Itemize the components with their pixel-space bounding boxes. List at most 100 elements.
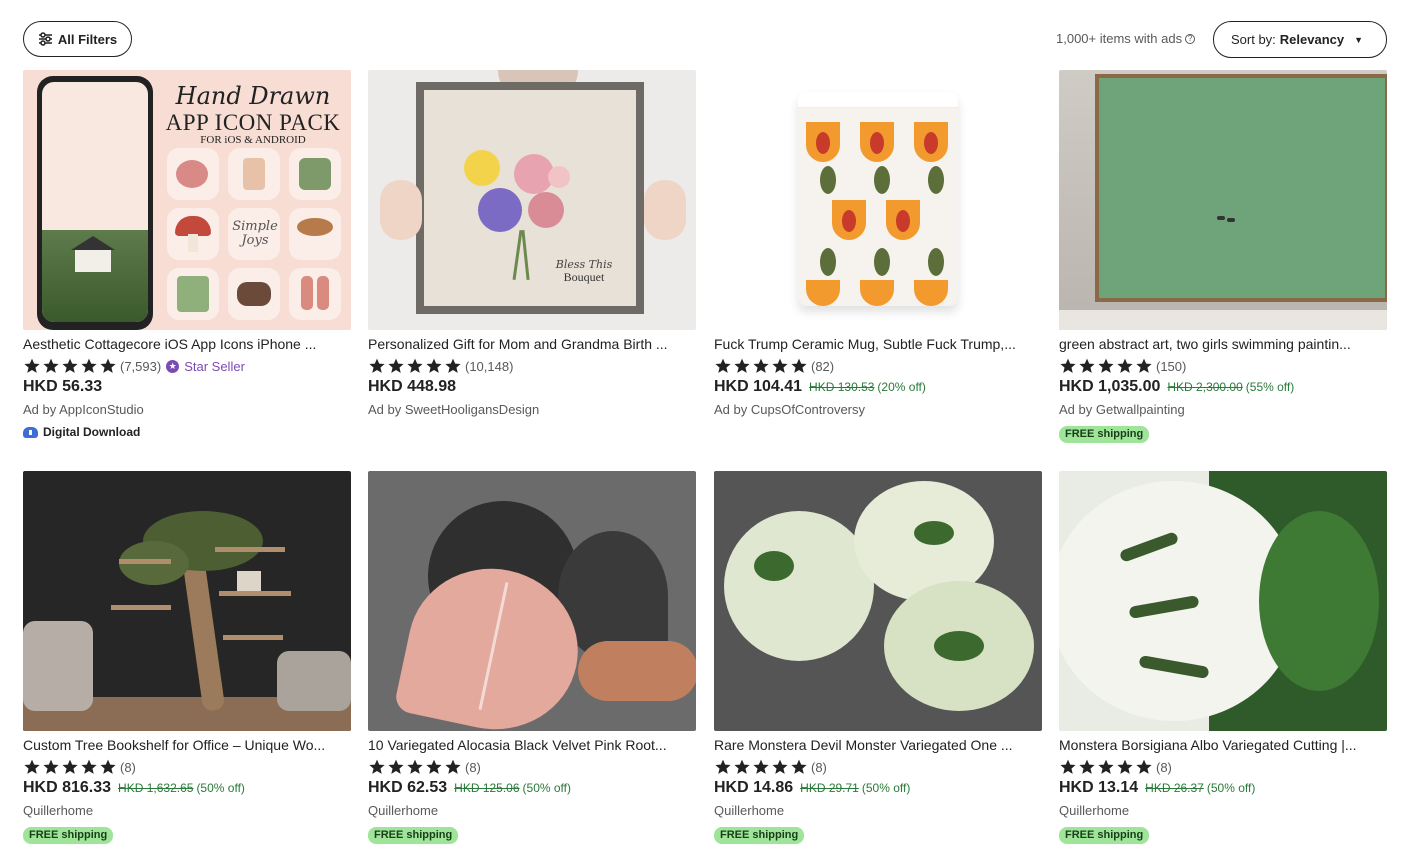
original-price: HKD 29.71 [800,781,859,795]
star-icon [1136,759,1152,774]
image-subtitle-text: FOR iOS & ANDROID [200,134,306,146]
discount-label: (20% off) [877,380,926,394]
seller-name[interactable]: Quillerhome [368,803,696,819]
product-price: HKD 104.41 [714,378,803,395]
product-title[interactable]: Custom Tree Bookshelf for Office – Uniqu… [23,737,351,754]
star-icon [1136,358,1152,373]
product-rating: (8) [714,758,1042,776]
review-count: (8) [811,759,827,775]
product-image[interactable] [1059,70,1387,330]
product-rating: (82) [714,357,1042,375]
product-card[interactable]: Hand Drawn APP ICON PACK FOR iOS & ANDRO… [23,70,351,439]
star-icon [426,358,442,373]
price-row: HKD 448.98 [368,378,696,398]
star-icon [734,358,750,373]
product-image[interactable]: Hand Drawn APP ICON PACK FOR iOS & ANDRO… [23,70,351,330]
product-card[interactable]: green abstract art, two girls swimming p… [1059,70,1387,443]
product-image[interactable] [23,471,351,731]
product-title[interactable]: Fuck Trump Ceramic Mug, Subtle Fuck Trum… [714,336,1042,353]
product-image[interactable]: Bless This Bouquet [368,70,696,330]
price-row: HKD 816.33 HKD 1,632.65 (50% off) [23,779,351,799]
star-icon [369,358,385,373]
free-shipping-badge: FREE shipping [1059,426,1150,443]
product-title[interactable]: green abstract art, two girls swimming p… [1059,336,1387,353]
price-row: HKD 1,035.00 HKD 2,300.00 (55% off) [1059,378,1387,398]
product-image[interactable] [714,471,1042,731]
all-filters-button[interactable]: All Filters [23,21,132,57]
product-rating: (150) [1059,357,1387,375]
review-count: (8) [120,759,136,775]
original-price: HKD 2,300.00 [1167,380,1243,394]
star-rating [1059,758,1153,776]
product-image[interactable] [1059,471,1387,731]
sort-dropdown[interactable]: Sort by: Relevancy ▼ [1213,21,1387,58]
original-price: HKD 26.37 [1145,781,1204,795]
review-count: (10,148) [465,358,514,374]
product-price: HKD 14.86 [714,779,794,796]
help-icon[interactable]: ? [1185,33,1196,44]
product-price: HKD 1,035.00 [1059,378,1161,395]
star-icon [81,358,97,373]
sort-prefix: Sort by: [1231,32,1276,47]
seller-name[interactable]: Ad by Getwallpainting [1059,402,1387,418]
sort-value: Relevancy [1279,32,1345,47]
seller-name[interactable]: Ad by CupsOfControversy [714,402,1042,418]
star-seller-label: Star Seller [184,358,245,374]
seller-name[interactable]: Quillerhome [714,803,1042,819]
product-card[interactable]: Rare Monstera Devil Monster Variegated O… [714,471,1042,844]
star-icon [62,358,78,373]
product-card[interactable]: Monstera Borsigiana Albo Variegated Cutt… [1059,471,1387,844]
product-title[interactable]: Rare Monstera Devil Monster Variegated O… [714,737,1042,754]
product-title[interactable]: Aesthetic Cottagecore iOS App Icons iPho… [23,336,351,353]
product-price: HKD 816.33 [23,779,112,796]
star-icon [791,759,807,774]
seller-name[interactable]: Quillerhome [1059,803,1387,819]
star-icon [1060,358,1076,373]
product-title[interactable]: 10 Variegated Alocasia Black Velvet Pink… [368,737,696,754]
items-count: 1,000+ items with ads ? [1056,31,1196,46]
star-icon [24,759,40,774]
review-count: (8) [465,759,481,775]
product-card[interactable]: Fuck Trump Ceramic Mug, Subtle Fuck Trum… [714,70,1042,418]
star-icon [1098,759,1114,774]
star-icon [100,358,116,373]
price-row: HKD 104.41 HKD 130.53 (20% off) [714,378,1042,398]
image-tag-text: Simple Joys [232,219,278,248]
product-card[interactable]: Bless This Bouquet Personalized Gift for… [368,70,696,418]
star-icon [1117,358,1133,373]
star-rating [714,758,808,776]
star-icon [62,759,78,774]
star-seller-badge: ★ Star Seller [166,359,245,374]
seller-name[interactable]: Quillerhome [23,803,351,819]
star-icon [753,759,769,774]
star-icon [1098,358,1114,373]
seller-name[interactable]: Ad by SweetHooligansDesign [368,402,696,418]
discount-label: (55% off) [1245,380,1295,394]
product-image[interactable] [368,471,696,731]
product-title[interactable]: Personalized Gift for Mom and Grandma Bi… [368,336,696,353]
star-rating [368,357,462,375]
review-count: (8) [1156,759,1172,775]
sliders-icon [38,32,52,46]
star-icon [388,759,404,774]
product-card[interactable]: Custom Tree Bookshelf for Office – Uniqu… [23,471,351,844]
product-rating: (7,593) ★ Star Seller [23,357,351,375]
star-seller-icon: ★ [166,359,180,373]
star-icon [715,759,731,774]
caret-down-icon: ▼ [1354,34,1364,45]
star-icon [388,358,404,373]
star-icon [445,358,461,373]
cloud-download-icon [23,426,38,438]
seller-name[interactable]: Ad by AppIconStudio [23,402,351,418]
product-image[interactable] [714,70,1042,330]
digital-download-badge: Digital Download [23,425,351,439]
product-card[interactable]: 10 Variegated Alocasia Black Velvet Pink… [368,471,696,844]
free-shipping-badge: FREE shipping [1059,827,1150,844]
star-rating [23,357,117,375]
price-row: HKD 62.53 HKD 125.06 (50% off) [368,779,696,799]
price-row: HKD 56.33 [23,378,351,398]
items-count-text: 1,000+ items with ads [1056,31,1183,46]
discount-label: (50% off) [196,781,245,795]
product-price: HKD 13.14 [1059,779,1139,796]
product-title[interactable]: Monstera Borsigiana Albo Variegated Cutt… [1059,737,1387,754]
